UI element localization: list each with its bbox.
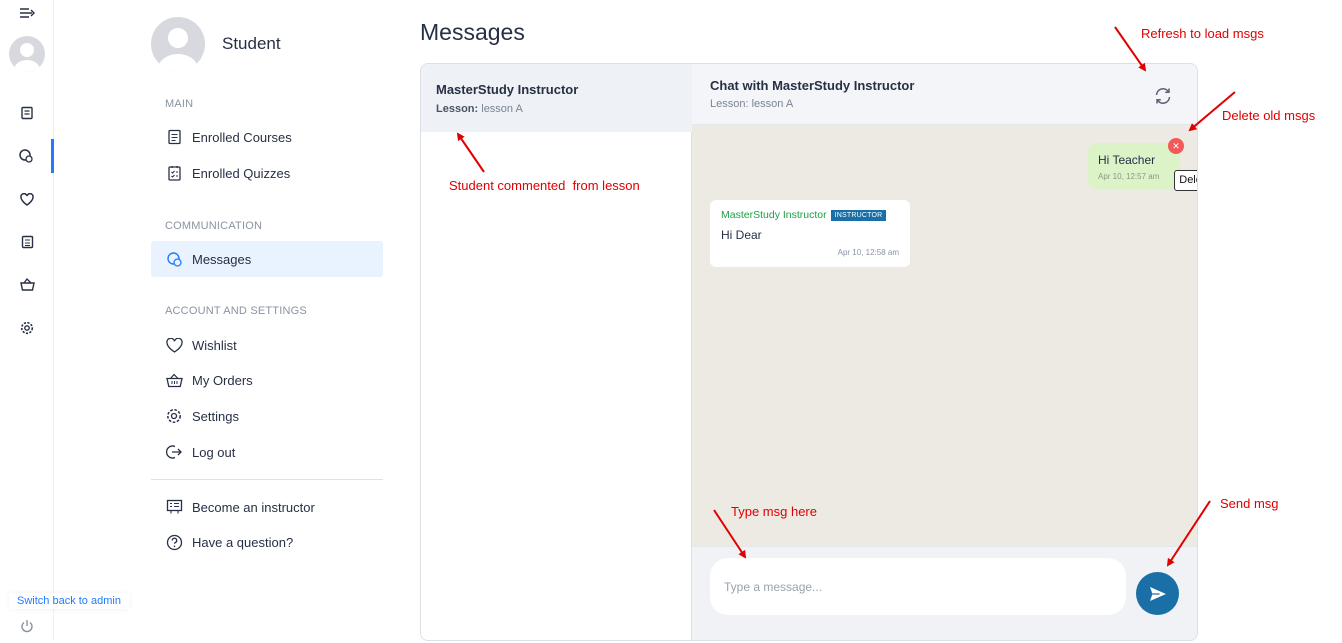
courses-icon (164, 127, 184, 147)
conversation-lesson: Lesson: lesson A (436, 103, 677, 115)
chat-title: Chat with MasterStudy Instructor (710, 78, 915, 93)
profile-avatar[interactable] (151, 17, 205, 71)
chat-window: Chat with MasterStudy Instructor Lesson:… (692, 64, 1197, 640)
sidebar-item-enrolled-courses[interactable]: Enrolled Courses (151, 119, 383, 155)
message-time: Apr 10, 12:57 am (1098, 172, 1160, 181)
messages-icon (164, 249, 184, 269)
sidebar-item-wishlist[interactable]: Wishlist (151, 327, 383, 363)
basket-icon (164, 370, 184, 390)
annotation-type: Type msg here (731, 504, 817, 519)
sidebar-item-my-orders[interactable]: My Orders (151, 362, 383, 398)
message-text: Hi Dear (721, 228, 762, 242)
profile-name: Student (222, 34, 281, 53)
sidebar-item-label: Wishlist (192, 337, 237, 353)
quiz-icon (164, 163, 184, 183)
nav-section-account: ACCOUNT AND SETTINGS (165, 305, 307, 317)
message-sender-row: MasterStudy Instructor INSTRUCTOR (721, 209, 899, 221)
sidebar-item-label: Become an instructor (192, 499, 315, 515)
delete-message-button[interactable]: ✕ (1168, 138, 1184, 154)
avatar[interactable] (9, 36, 45, 72)
nav-section-communication: COMMUNICATION (165, 220, 263, 232)
sidebar-item-label: Log out (192, 444, 236, 460)
gear-icon (164, 406, 184, 426)
question-icon (164, 532, 184, 552)
sidebar-item-become-instructor[interactable]: Become an instructor (151, 489, 383, 525)
sidebar-item-label: Messages (192, 251, 252, 267)
conversation-list: MasterStudy Instructor Lesson: lesson A (421, 64, 692, 640)
message-bubble-instructor: MasterStudy Instructor INSTRUCTOR Hi Dea… (710, 200, 910, 267)
conversation-item[interactable]: MasterStudy Instructor Lesson: lesson A (421, 64, 692, 132)
instructor-board-icon (164, 497, 184, 517)
conversation-name: MasterStudy Instructor (436, 82, 579, 97)
lesson-label: Lesson: (436, 103, 479, 115)
messages-icon[interactable] (0, 139, 54, 173)
message-sender: MasterStudy Instructor (721, 209, 827, 221)
sidebar-item-log-out[interactable]: Log out (151, 434, 383, 470)
heart-icon[interactable] (0, 182, 54, 216)
annotation-student: Student commented from lesson (449, 178, 640, 193)
sidebar-item-label: Enrolled Quizzes (192, 165, 291, 181)
power-icon[interactable] (0, 609, 54, 643)
chat-header: Chat with MasterStudy Instructor Lesson:… (692, 64, 1197, 125)
page-title: Messages (420, 19, 525, 45)
close-icon: ✕ (1172, 141, 1180, 151)
logout-icon (164, 442, 184, 462)
annotation-refresh: Refresh to load msgs (1141, 26, 1264, 41)
chat-lesson: Lesson: lesson A (710, 98, 794, 110)
annotation-delete: Delete old msgs (1222, 108, 1316, 123)
chat-body: Hi Teacher Apr 10, 12:57 am ✕ Delete mes… (692, 125, 1197, 546)
messages-panel: MasterStudy Instructor Lesson: lesson A … (420, 63, 1198, 641)
gear-icon[interactable] (0, 311, 54, 345)
sidebar-item-have-question[interactable]: Have a question? (151, 524, 383, 560)
sidebar-item-settings[interactable]: Settings (151, 398, 383, 434)
message-input[interactable] (710, 558, 1126, 615)
switch-back-to-admin-link[interactable]: Switch back to admin (9, 593, 129, 609)
basket-icon[interactable] (0, 268, 54, 302)
icon-rail (0, 0, 54, 641)
message-time: Apr 10, 12:58 am (837, 248, 899, 257)
annotation-send: Send msg (1220, 496, 1279, 511)
message-text: Hi Teacher (1098, 153, 1156, 167)
heart-icon (164, 335, 184, 355)
sidebar-item-label: Enrolled Courses (192, 129, 292, 145)
send-icon (1149, 586, 1166, 601)
delete-tooltip: Delete message (1174, 170, 1197, 191)
sidebar-item-label: My Orders (192, 372, 253, 388)
sidebar-item-label: Settings (192, 408, 239, 424)
sidebar-item-label: Have a question? (192, 534, 294, 550)
message-bubble-own: Hi Teacher Apr 10, 12:57 am (1088, 143, 1180, 189)
refresh-icon (1155, 88, 1171, 104)
lesson-value: lesson A (481, 103, 523, 115)
nav-divider (151, 479, 383, 480)
nav-section-main: MAIN (165, 98, 194, 110)
quiz-icon[interactable] (0, 225, 54, 259)
menu-toggle-icon[interactable] (0, 0, 54, 30)
courses-icon[interactable] (0, 96, 54, 130)
sidebar-item-messages[interactable]: Messages (151, 241, 383, 277)
sidebar-item-enrolled-quizzes[interactable]: Enrolled Quizzes (151, 155, 383, 191)
send-button[interactable] (1136, 572, 1179, 615)
chat-footer (692, 546, 1197, 640)
refresh-button[interactable] (1150, 83, 1176, 109)
instructor-badge: INSTRUCTOR (830, 209, 887, 221)
